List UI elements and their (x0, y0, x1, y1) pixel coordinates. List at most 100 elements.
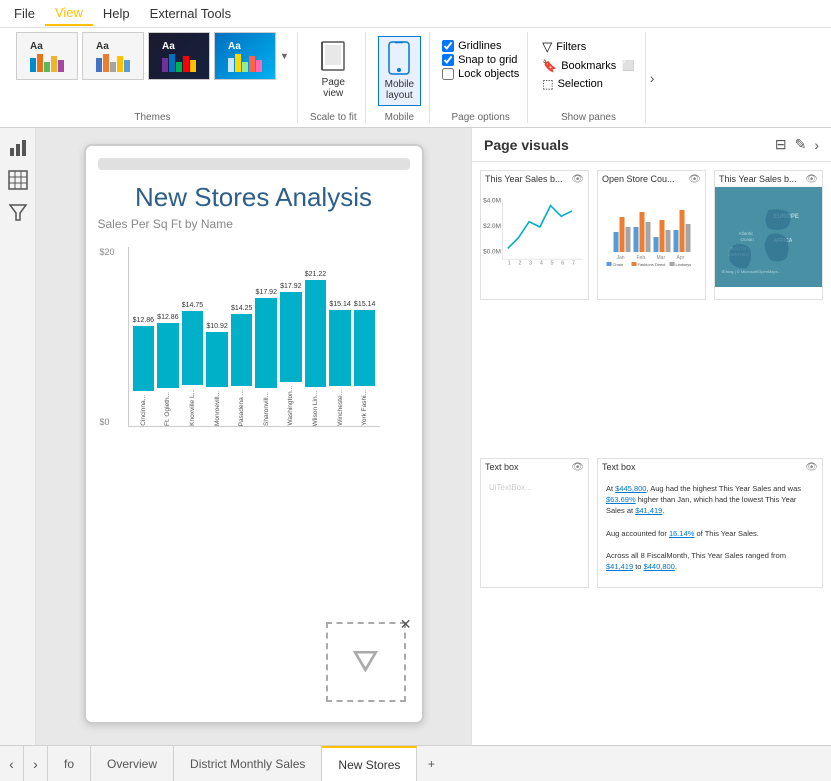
bar-value-7: $21.22 (305, 271, 326, 278)
svg-text:Lindseys: Lindseys (676, 262, 692, 267)
menu-external-tools[interactable]: External Tools (140, 2, 241, 25)
right-panel-actions: ⊟ ✎ › (775, 136, 819, 153)
page-options-checkboxes: Gridlines Snap to grid Lock objects (442, 40, 519, 80)
sidebar-icon-chart[interactable] (6, 136, 30, 160)
bar-rect-4[interactable] (231, 314, 253, 386)
bar-chart[interactable]: $12.86Cincinna...$12.86Ft. Ogleth...$14.… (128, 247, 380, 427)
sidebar-icon-table[interactable] (6, 168, 30, 192)
tab-prev-btn[interactable]: ‹ (0, 746, 24, 781)
bar-col-9: $15.14York Fashi... (354, 301, 376, 426)
map-visual: EUROPE AFRICA Atlantic Ocean SOUTH AMERI… (715, 187, 822, 287)
bar-rect-0[interactable] (133, 326, 155, 391)
bar-label-3: Monroevill... (214, 391, 221, 426)
snap-to-grid-checkbox[interactable]: Snap to grid (442, 54, 519, 66)
themes-dropdown-arrow[interactable]: ▼ (280, 51, 289, 61)
panel-expand-btn[interactable]: › (814, 137, 819, 153)
visual-card-bar[interactable]: Open Store Cou... 👁 (597, 170, 706, 300)
visual-content-5: At $445,800, Aug had the highest This Ye… (598, 475, 822, 575)
chart-subtitle: Sales Per Sq Ft by Name (98, 217, 410, 231)
mobile-frame: New Stores Analysis Sales Per Sq Ft by N… (84, 144, 424, 724)
visual-card-map[interactable]: This Year Sales b... 👁 EUROPE AFRICA (714, 170, 823, 300)
ribbon-group-themes: Aa Aa (8, 32, 298, 123)
bookmarks-label: Bookmarks (561, 60, 616, 72)
mobile-layout-label: Mobile layout (385, 79, 414, 101)
sidebar-icon-filter[interactable] (6, 200, 30, 224)
canvas-inner: New Stores Analysis Sales Per Sq Ft by N… (36, 128, 471, 745)
svg-text:⊞ bing | © Microsoft/OpenMaps.: ⊞ bing | © Microsoft/OpenMaps... (722, 269, 782, 274)
bar-rect-5[interactable] (255, 298, 277, 388)
ribbon-group-show-panes: ▽ Filters 🔖 Bookmarks ⬜ ⬚ Selection Show… (532, 32, 645, 123)
bar-rect-2[interactable] (182, 311, 204, 385)
bar-rect-3[interactable] (206, 332, 228, 387)
bar-col-4: $14.25Pasadena ... (231, 305, 253, 427)
bar-value-2: $14.75 (182, 302, 203, 309)
ribbon-expand-btn[interactable]: › (650, 70, 655, 86)
visual-eye-5[interactable]: 👁 (805, 462, 818, 473)
svg-text:Apr: Apr (677, 255, 685, 261)
bar-rect-9[interactable] (354, 310, 376, 386)
snap-to-grid-input[interactable] (442, 54, 454, 66)
bookmarks-pane-btn[interactable]: 🔖 Bookmarks ⬜ (540, 58, 636, 74)
visual-eye-2[interactable]: 👁 (688, 174, 701, 185)
filters-pane-btn[interactable]: ▽ Filters (540, 38, 636, 56)
tab-add-btn[interactable]: + (417, 746, 445, 781)
gridlines-checkbox[interactable]: Gridlines (442, 40, 519, 52)
svg-text:3: 3 (529, 260, 532, 266)
scale-label: Scale to fit (310, 110, 357, 123)
mobile-layout-btn[interactable]: Mobile layout (378, 36, 421, 106)
gridlines-input[interactable] (442, 40, 454, 52)
visual-eye-1[interactable]: 👁 (571, 174, 584, 185)
right-panel-header: Page visuals ⊟ ✎ › (472, 128, 831, 162)
bar-value-8: $15.14 (329, 301, 350, 308)
visual-card-line[interactable]: This Year Sales b... 👁 $4.0M $2.0M $0.0M… (480, 170, 589, 300)
visual-card-textbox-content[interactable]: Text box 👁 At $445,800, Aug had the high… (597, 458, 823, 588)
svg-text:Atlantic: Atlantic (739, 231, 755, 236)
bar-chart-container: $20 $0 $12.86Cincinna...$12.86Ft. Ogleth… (128, 247, 380, 427)
mobile-label: Mobile (385, 110, 414, 123)
svg-text:7: 7 (572, 260, 575, 266)
tab-new-stores[interactable]: New Stores (322, 746, 417, 781)
gridlines-label: Gridlines (458, 40, 501, 52)
menu-bar: File View Help External Tools (0, 0, 831, 28)
theme-colorful[interactable]: Aa (214, 32, 276, 80)
theme-default[interactable]: Aa (16, 32, 78, 80)
visual-eye-3[interactable]: 👁 (805, 174, 818, 185)
visual-card-textbox-empty[interactable]: Text box 👁 UiTextBox... (480, 458, 589, 588)
selection-pane-btn[interactable]: ⬚ Selection (540, 76, 636, 92)
panel-sliders-btn[interactable]: ⊟ (775, 136, 787, 153)
bar-rect-6[interactable] (280, 292, 302, 382)
theme-2[interactable]: Aa (82, 32, 144, 80)
filter-close-icon[interactable]: ✕ (400, 616, 412, 633)
menu-view[interactable]: View (45, 1, 93, 26)
filter-widget[interactable]: ✕ ⛛ (326, 622, 406, 702)
snap-to-grid-label: Snap to grid (458, 54, 517, 66)
bar-value-6: $17.92 (280, 283, 301, 290)
panel-pencil-btn[interactable]: ✎ (795, 136, 807, 153)
menu-file[interactable]: File (4, 2, 45, 25)
tab-overview[interactable]: Overview (91, 746, 174, 781)
right-panel: Page visuals ⊟ ✎ › This Year Sales b... … (471, 128, 831, 745)
filter-funnel-icon: ⛛ (352, 643, 379, 681)
svg-text:$4.0M: $4.0M (483, 197, 501, 204)
tab-next-btn[interactable]: › (24, 746, 48, 781)
tab-district-monthly[interactable]: District Monthly Sales (174, 746, 322, 781)
bar-rect-7[interactable] (305, 280, 327, 387)
tab-fo[interactable]: fo (48, 746, 91, 781)
visual-content-1: $4.0M $2.0M $0.0M 1 2 3 4 5 6 7 (481, 187, 588, 287)
visuals-grid: This Year Sales b... 👁 $4.0M $2.0M $0.0M… (472, 162, 831, 745)
bar-value-5: $17.92 (256, 289, 277, 296)
lock-objects-checkbox[interactable]: Lock objects (442, 68, 519, 80)
ribbon-group-mobile: Mobile layout Mobile (370, 32, 430, 123)
bookmarks-icon: 🔖 (542, 59, 557, 73)
theme-dark[interactable]: Aa (148, 32, 210, 80)
visual-eye-4[interactable]: 👁 (571, 462, 584, 473)
menu-help[interactable]: Help (93, 2, 140, 25)
bar-rect-8[interactable] (329, 310, 351, 386)
bar-value-0: $12.86 (133, 317, 154, 324)
y-axis: $20 $0 (100, 247, 115, 427)
page-view-btn[interactable]: Page view (312, 36, 354, 104)
page-view-label: Page view (322, 77, 345, 99)
bar-rect-1[interactable] (157, 323, 179, 388)
ribbon: Aa Aa (0, 28, 831, 128)
lock-objects-input[interactable] (442, 68, 454, 80)
